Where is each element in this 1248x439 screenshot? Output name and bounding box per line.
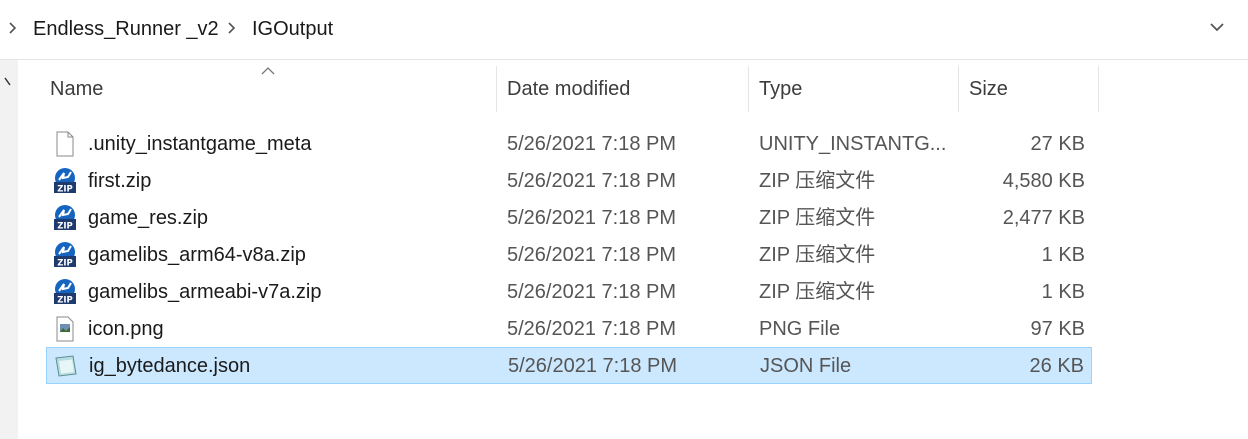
file-size: 4,580 KB [1002, 170, 1085, 192]
file-date-modified: 5/26/2021 7:18 PM [507, 170, 677, 192]
file-row[interactable]: icon.png 5/26/2021 7:18 PM PNG File 97 KB [46, 311, 1092, 348]
address-history-dropdown-icon[interactable] [1208, 20, 1226, 39]
file-size: 1 KB [1041, 244, 1085, 266]
sort-ascending-icon [261, 62, 275, 80]
file-name: .unity_instantgame_meta [88, 133, 312, 155]
image-file-icon [52, 316, 78, 342]
file-name: gamelibs_armeabi-v7a.zip [88, 281, 322, 303]
file-type: ZIP 压缩文件 [759, 244, 876, 266]
file-type: PNG File [759, 318, 841, 340]
file-name: icon.png [88, 318, 164, 340]
column-header-date-modified[interactable]: Date modified [497, 66, 749, 112]
zip-file-icon: ZIP [52, 279, 78, 306]
column-header-type-label: Type [759, 78, 803, 100]
file-row[interactable]: ZIP gamelibs_arm64-v8a.zip 5/26/2021 7:18 … [46, 237, 1092, 274]
file-row[interactable]: ZIP gamelibs_armeabi-v7a.zip 5/26/2021 7:1… [46, 274, 1092, 311]
file-name: gamelibs_arm64-v8a.zip [88, 244, 306, 266]
file-date-modified: 5/26/2021 7:18 PM [507, 133, 677, 155]
navigation-pane-edge[interactable] [0, 60, 18, 439]
file-type: JSON File [760, 355, 852, 377]
zip-file-icon: ZIP [52, 168, 78, 195]
file-size: 97 KB [1030, 318, 1085, 340]
file-row[interactable]: .unity_instantgame_meta 5/26/2021 7:18 PM… [46, 126, 1092, 163]
file-size: 1 KB [1041, 281, 1085, 303]
file-date-modified: 5/26/2021 7:18 PM [507, 281, 677, 303]
file-size: 2,477 KB [1002, 207, 1085, 229]
file-date-modified: 5/26/2021 7:18 PM [507, 318, 677, 340]
breadcrumb-item-igoutput[interactable]: IGOutput [252, 18, 333, 41]
column-header-name-label: Name [50, 78, 104, 100]
breadcrumb-item-endless-runner[interactable]: Endless_Runner _v2 [33, 18, 219, 41]
column-header-date-label: Date modified [507, 78, 631, 100]
file-name: game_res.zip [88, 207, 209, 229]
chevron-right-icon[interactable] [8, 20, 18, 41]
blank-file-icon [52, 131, 78, 157]
column-header-size[interactable]: Size [959, 66, 1099, 112]
file-date-modified: 5/26/2021 7:18 PM [508, 355, 678, 377]
file-size: 27 KB [1030, 133, 1085, 155]
json-file-icon [53, 353, 79, 379]
chevron-right-icon[interactable] [227, 20, 237, 41]
file-row[interactable]: ig_bytedance.json 5/26/2021 7:18 PM JSON F… [46, 347, 1092, 384]
svg-text:ZIP: ZIP [57, 259, 73, 269]
file-type: UNITY_INSTANTG... [759, 133, 947, 155]
svg-text:ZIP: ZIP [57, 222, 73, 232]
file-row[interactable]: ZIP game_res.zip 5/26/2021 7:18 PM ZIP 压缩文件… [46, 200, 1092, 237]
file-name: ig_bytedance.json [89, 355, 251, 377]
column-header-type[interactable]: Type [749, 66, 959, 112]
file-name: first.zip [88, 170, 152, 192]
zip-file-icon: ZIP [52, 242, 78, 269]
file-row[interactable]: ZIP first.zip 5/26/2021 7:18 PM ZIP 压缩文件 4,5… [46, 163, 1092, 200]
zip-file-icon: ZIP [52, 205, 78, 232]
pane-splitter-icon [4, 74, 12, 92]
address-bar: Endless_Runner _v2 IGOutput [0, 0, 1248, 60]
file-date-modified: 5/26/2021 7:18 PM [507, 207, 677, 229]
file-type: ZIP 压缩文件 [759, 207, 876, 229]
column-header-size-label: Size [969, 78, 1008, 100]
file-date-modified: 5/26/2021 7:18 PM [507, 244, 677, 266]
file-type: ZIP 压缩文件 [759, 170, 876, 192]
svg-text:ZIP: ZIP [57, 185, 73, 195]
file-size: 26 KB [1029, 355, 1084, 377]
svg-text:ZIP: ZIP [57, 296, 73, 306]
file-type: ZIP 压缩文件 [759, 281, 876, 303]
